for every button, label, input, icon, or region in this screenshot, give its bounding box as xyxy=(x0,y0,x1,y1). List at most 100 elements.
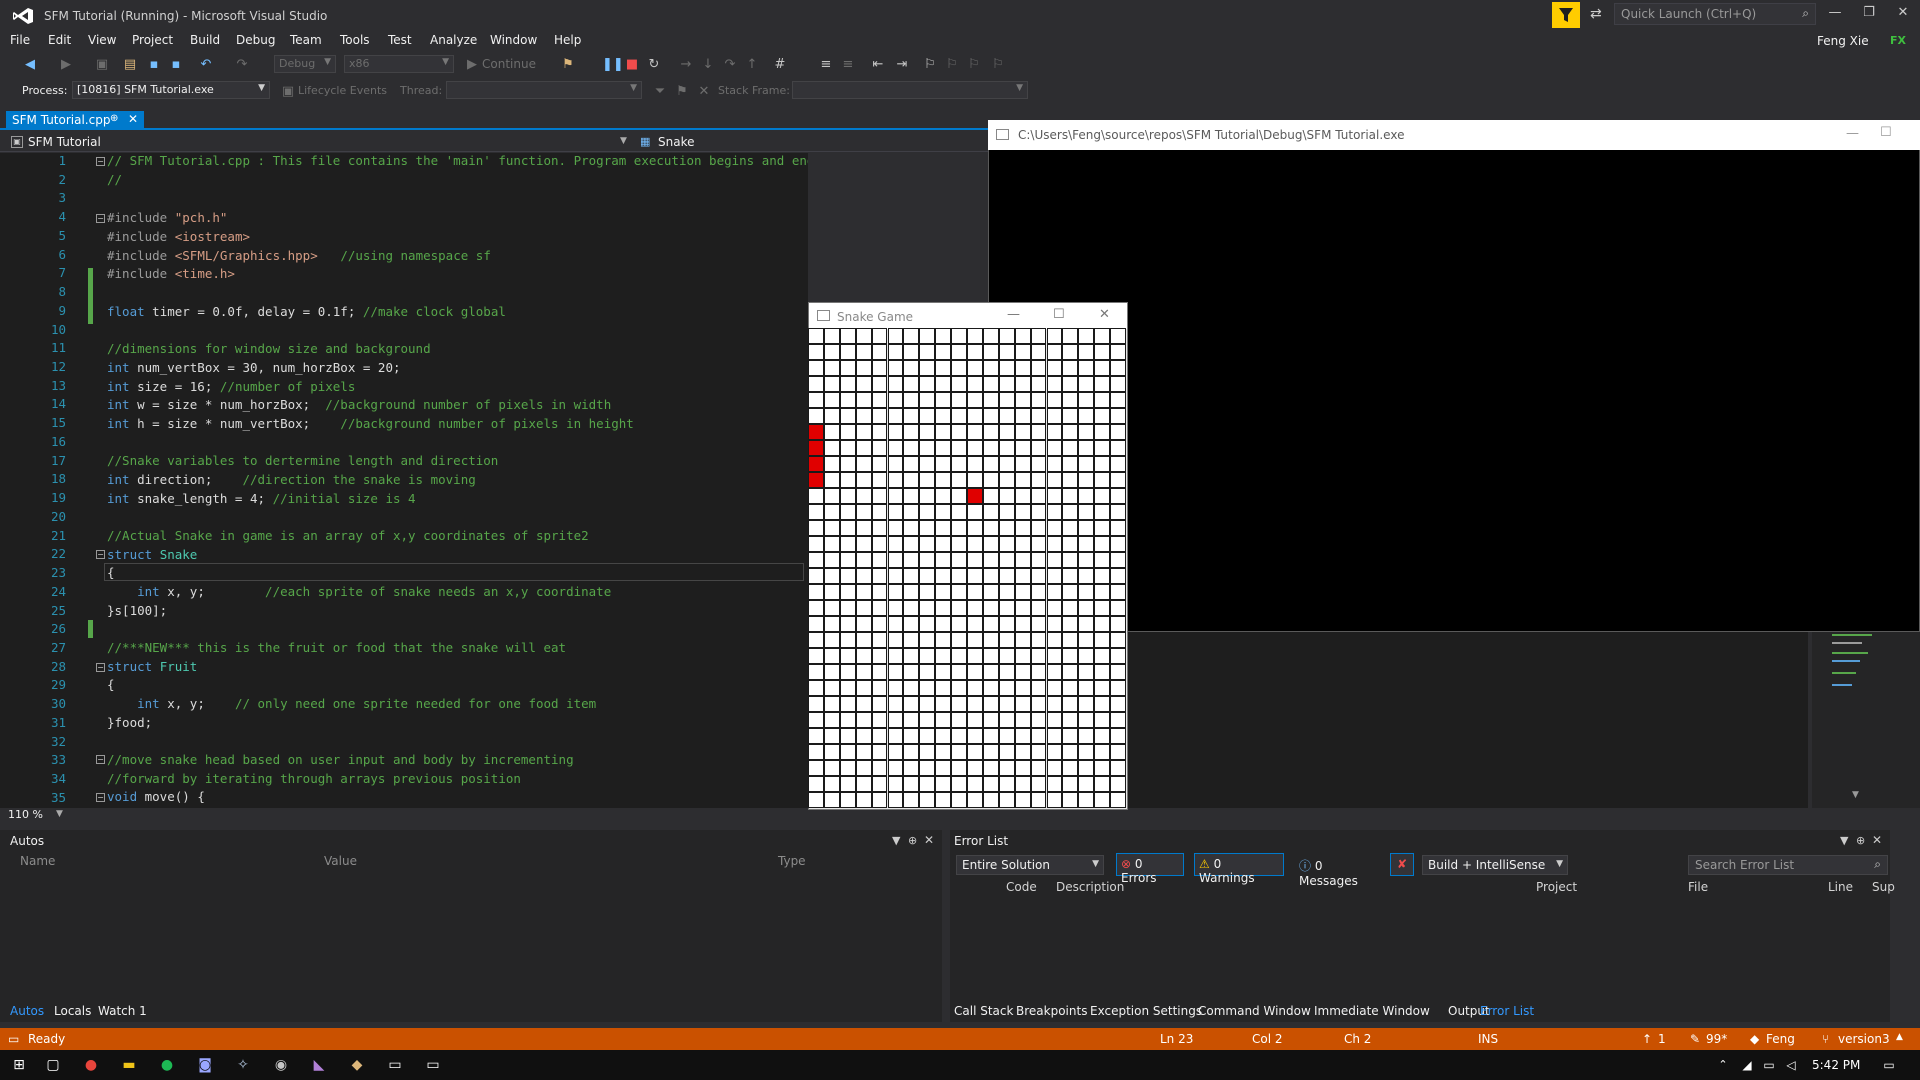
build-intellisense-select[interactable]: Build + IntelliSense ▼ xyxy=(1422,855,1568,875)
task-view-icon[interactable]: ▢ xyxy=(44,1056,62,1074)
open-file-icon[interactable]: ▤ xyxy=(122,57,138,73)
tab-autos[interactable]: Autos xyxy=(10,1004,44,1018)
minimize-button[interactable]: — xyxy=(1846,126,1859,141)
pencil-icon[interactable]: ✎ xyxy=(1690,1032,1700,1046)
windows-start-icon[interactable]: ⊞ xyxy=(10,1056,28,1074)
bookmark-icon[interactable]: ⚐ xyxy=(922,57,938,73)
tab-immediate-window[interactable]: Immediate Window xyxy=(1314,1004,1430,1018)
tab-exception-settings[interactable]: Exception Settings xyxy=(1090,1004,1202,1018)
chrome-icon[interactable]: ● xyxy=(82,1056,100,1074)
collapse-icon[interactable]: − xyxy=(96,663,105,672)
toggle-flag-icon[interactable]: ✕ xyxy=(696,84,712,100)
column-header-type[interactable]: Type xyxy=(778,854,806,868)
tab-breakpoints[interactable]: Breakpoints xyxy=(1016,1004,1087,1018)
undo-icon[interactable]: ↶ xyxy=(198,57,214,73)
break-all-icon[interactable]: ❚❚ xyxy=(602,57,624,73)
menu-file[interactable]: File xyxy=(10,33,30,47)
user-account[interactable]: Feng Xie xyxy=(1817,34,1869,48)
steam-icon[interactable]: ◉ xyxy=(272,1056,290,1074)
chevron-down-icon[interactable]: ▼ xyxy=(892,834,900,847)
column-header-code[interactable]: Code xyxy=(1006,880,1037,894)
search-error-list-input[interactable]: Search Error List ⌕ xyxy=(1688,855,1888,875)
restore-button[interactable]: ❐ xyxy=(1854,5,1884,20)
save-icon[interactable]: ▪ xyxy=(146,57,162,73)
menu-test[interactable]: Test xyxy=(388,33,412,47)
collapse-icon[interactable]: − xyxy=(96,214,105,223)
next-bookmark-icon[interactable]: ⚐ xyxy=(966,57,982,73)
snake-game-taskbar-icon[interactable]: ▭ xyxy=(424,1056,442,1074)
volume-muted-icon[interactable]: ◁ xyxy=(1782,1056,1800,1074)
system-clock[interactable]: 5:42 PM xyxy=(1812,1058,1860,1072)
symbol-dropdown[interactable]: Snake xyxy=(658,135,694,149)
snake-game-board[interactable] xyxy=(808,328,1127,809)
scroll-down-icon[interactable]: ▼ xyxy=(1852,790,1859,800)
column-header-name[interactable]: Name xyxy=(20,854,55,868)
menu-help[interactable]: Help xyxy=(554,33,581,47)
close-window-button[interactable]: ✕ xyxy=(1888,5,1918,20)
user-avatar[interactable]: FX xyxy=(1888,31,1908,51)
spotify-icon[interactable]: ● xyxy=(158,1056,176,1074)
action-center-icon[interactable]: ▭ xyxy=(1880,1056,1898,1074)
close-button[interactable]: ✕ xyxy=(1099,307,1110,322)
chevron-down-icon[interactable]: ▼ xyxy=(56,809,63,819)
step-over-icon[interactable]: ↷ xyxy=(722,57,738,73)
tab-watch-1[interactable]: Watch 1 xyxy=(98,1004,147,1018)
warnings-filter-button[interactable]: ⚠ 0 Warnings xyxy=(1194,853,1284,885)
repository-icon[interactable]: ◆ xyxy=(1750,1032,1759,1046)
minimize-button[interactable]: — xyxy=(1007,307,1020,322)
project-scope-dropdown[interactable]: SFM Tutorial xyxy=(28,135,101,149)
arrow-up-icon[interactable]: ↑ xyxy=(1642,1032,1652,1046)
tab-error-list[interactable]: Error List xyxy=(1480,1004,1534,1018)
quick-launch-input[interactable]: Quick Launch (Ctrl+Q) ⌕ xyxy=(1614,3,1816,25)
network-icon[interactable]: ◢ xyxy=(1738,1056,1756,1074)
process-select[interactable]: [10816] SFM Tutorial.exe ▼ xyxy=(72,81,270,99)
error-scope-select[interactable]: Entire Solution ▼ xyxy=(956,855,1104,875)
collapse-icon[interactable]: − xyxy=(96,755,105,764)
maximize-button[interactable]: ☐ xyxy=(1880,125,1892,140)
column-header-suppression[interactable]: Sup xyxy=(1872,880,1895,894)
close-tab-icon[interactable]: ✕ xyxy=(128,112,138,126)
battery-icon[interactable]: ▭ xyxy=(1760,1056,1778,1074)
previous-bookmark-icon[interactable]: ⚐ xyxy=(944,57,960,73)
pin-icon[interactable]: ⊕ xyxy=(1856,834,1865,847)
messages-filter-button[interactable]: ⓘ 0 Messages xyxy=(1294,853,1386,888)
editor-horizontal-scrollbar[interactable] xyxy=(0,808,1810,822)
thread-select[interactable]: ▼ xyxy=(446,81,642,99)
chevron-down-icon[interactable]: ▼ xyxy=(620,136,627,146)
column-header-project[interactable]: Project xyxy=(1536,880,1577,894)
feedback-icon[interactable]: ⇄ xyxy=(1590,6,1602,22)
flag-thread-icon[interactable]: ⚑ xyxy=(674,84,690,100)
visual-studio-icon[interactable]: ◣ xyxy=(310,1056,328,1074)
minimize-button[interactable]: — xyxy=(1820,5,1850,20)
chevron-down-icon[interactable]: ▼ xyxy=(1840,834,1848,847)
uncomment-icon[interactable]: ≡ xyxy=(840,57,856,73)
repository-name[interactable]: Feng xyxy=(1766,1032,1795,1046)
tab-call-stack[interactable]: Call Stack xyxy=(954,1004,1013,1018)
show-next-statement-icon[interactable]: → xyxy=(678,57,694,73)
zoom-level-dropdown[interactable]: 110 % xyxy=(8,808,43,821)
branch-name[interactable]: version3 xyxy=(1838,1032,1890,1046)
restart-icon[interactable]: ↻ xyxy=(646,57,662,73)
clear-bookmarks-icon[interactable]: ⚐ xyxy=(990,57,1006,73)
file-explorer-icon[interactable]: ▬ xyxy=(120,1056,138,1074)
column-header-description[interactable]: Description xyxy=(1056,880,1124,894)
solution-platform-select[interactable]: x86 ▼ xyxy=(344,55,454,73)
snake-game-window[interactable]: Snake Game — ☐ ✕ xyxy=(808,302,1128,810)
solution-configuration-select[interactable]: Debug ▼ xyxy=(274,55,336,73)
errors-filter-button[interactable]: ⊗ 0 Errors xyxy=(1116,853,1184,885)
branch-icon[interactable]: ⑂ xyxy=(1822,1032,1829,1046)
pending-changes[interactable]: 99* xyxy=(1706,1032,1727,1046)
stop-debugging-icon[interactable]: ■ xyxy=(624,57,640,73)
column-header-line[interactable]: Line xyxy=(1828,880,1853,894)
collapse-icon[interactable]: − xyxy=(96,793,105,802)
indent-icon[interactable]: ⇥ xyxy=(894,57,910,73)
comment-icon[interactable]: ≡ xyxy=(818,57,834,73)
menu-window[interactable]: Window xyxy=(490,33,537,47)
tab-sfm-tutorial-cpp[interactable]: SFM Tutorial.cpp ⊕ ✕ xyxy=(6,111,144,130)
close-icon[interactable]: ✕ xyxy=(924,833,934,847)
source-control-icon[interactable]: ◆ xyxy=(348,1056,366,1074)
new-project-icon[interactable]: ▣ xyxy=(94,57,110,73)
discord-icon[interactable]: ◙ xyxy=(196,1056,214,1074)
save-all-icon[interactable]: ▪ xyxy=(168,57,184,73)
navigate-back-icon[interactable]: ◀ xyxy=(22,57,38,73)
